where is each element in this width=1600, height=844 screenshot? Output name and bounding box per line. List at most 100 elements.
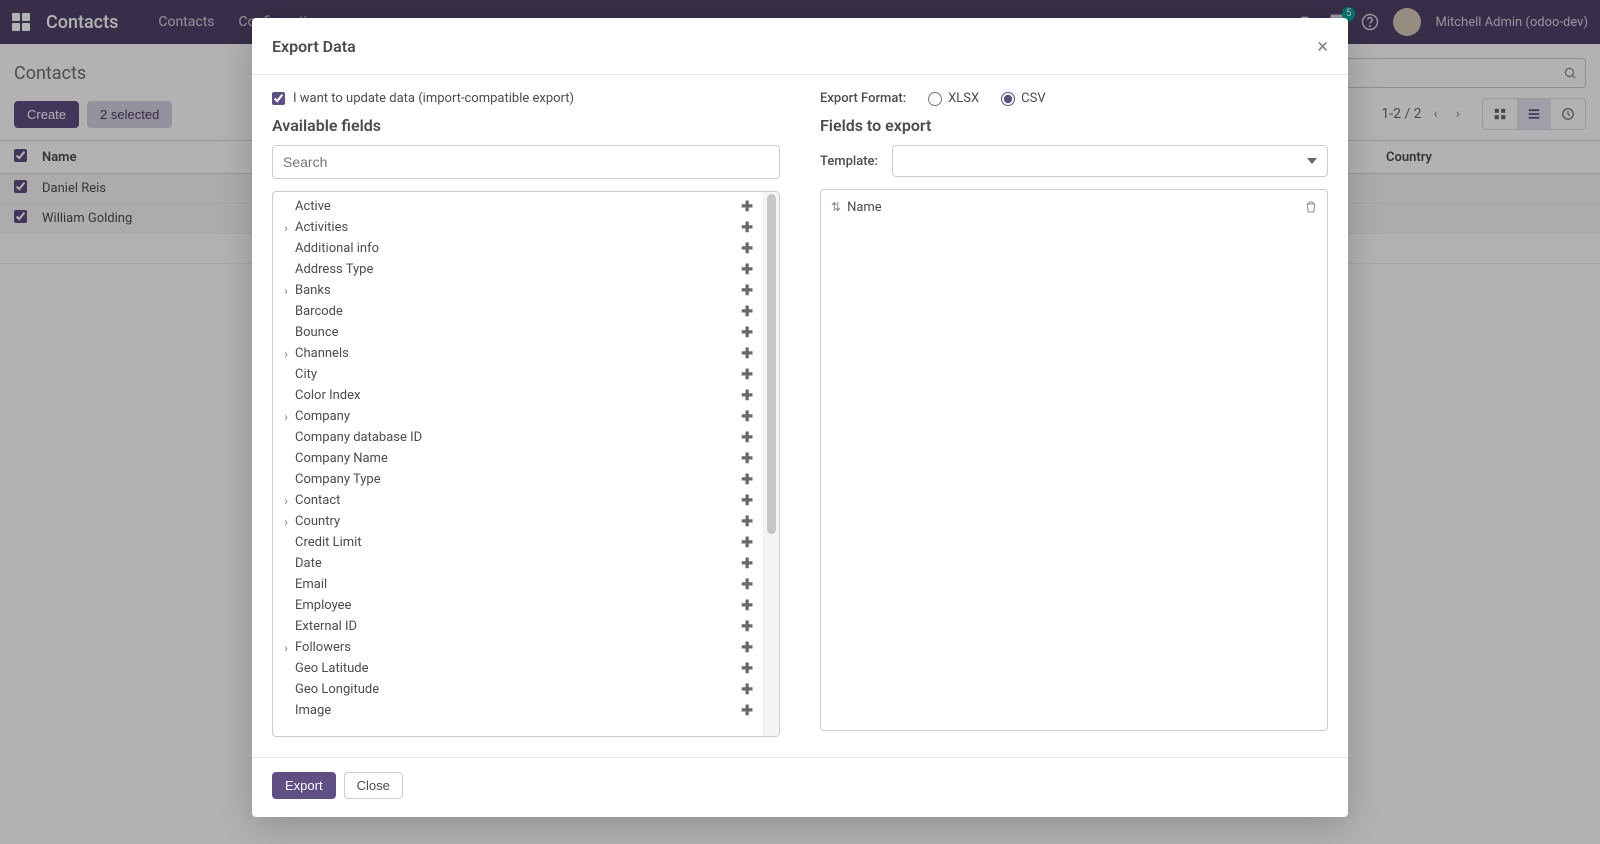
add-field-icon[interactable]: ✚ [741, 661, 753, 677]
template-label: Template: [820, 154, 878, 169]
close-icon[interactable]: × [1317, 34, 1328, 58]
add-field-icon[interactable]: ✚ [741, 346, 753, 362]
available-field-item[interactable]: Geo Longitude✚ [273, 679, 763, 700]
available-field-item[interactable]: ›Company✚ [273, 406, 763, 427]
available-field-item[interactable]: External ID✚ [273, 616, 763, 637]
field-label: Email [293, 577, 741, 592]
field-label: Image [293, 703, 741, 718]
available-field-item[interactable]: Email✚ [273, 574, 763, 595]
add-field-icon[interactable]: ✚ [741, 451, 753, 467]
export-modal: Export Data × I want to update data (imp… [252, 18, 1348, 817]
add-field-icon[interactable]: ✚ [741, 241, 753, 257]
field-label: Color Index [293, 388, 741, 403]
add-field-icon[interactable]: ✚ [741, 220, 753, 236]
available-field-item[interactable]: Image✚ [273, 700, 763, 721]
drag-handle-icon[interactable]: ⇅ [831, 200, 841, 214]
available-field-item[interactable]: Company database ID✚ [273, 427, 763, 448]
scrollbar-thumb[interactable] [767, 194, 776, 534]
add-field-icon[interactable]: ✚ [741, 703, 753, 719]
add-field-icon[interactable]: ✚ [741, 598, 753, 614]
template-select[interactable] [892, 145, 1328, 177]
available-field-item[interactable]: Additional info✚ [273, 238, 763, 259]
add-field-icon[interactable]: ✚ [741, 325, 753, 341]
export-button[interactable]: Export [272, 772, 336, 799]
add-field-icon[interactable]: ✚ [741, 388, 753, 404]
field-label: Followers [293, 640, 741, 655]
format-xlsx-option[interactable]: XLSX [928, 91, 979, 106]
field-label: Active [293, 199, 741, 214]
add-field-icon[interactable]: ✚ [741, 367, 753, 383]
export-fields-list: ⇅ Name [820, 189, 1328, 731]
available-fields-list: Active✚›Activities✚Additional info✚Addre… [273, 192, 763, 736]
add-field-icon[interactable]: ✚ [741, 262, 753, 278]
add-field-icon[interactable]: ✚ [741, 577, 753, 593]
expand-icon[interactable]: › [279, 494, 293, 508]
scrollbar[interactable] [763, 192, 779, 736]
available-field-item[interactable]: Employee✚ [273, 595, 763, 616]
format-xlsx-radio[interactable] [928, 92, 942, 106]
export-field-item[interactable]: ⇅ Name [831, 196, 1317, 218]
available-field-item[interactable]: City✚ [273, 364, 763, 385]
field-label: Company [293, 409, 741, 424]
add-field-icon[interactable]: ✚ [741, 283, 753, 299]
field-label: Country [293, 514, 741, 529]
expand-icon[interactable]: › [279, 515, 293, 529]
add-field-icon[interactable]: ✚ [741, 304, 753, 320]
available-field-item[interactable]: Company Type✚ [273, 469, 763, 490]
available-field-item[interactable]: Color Index✚ [273, 385, 763, 406]
add-field-icon[interactable]: ✚ [741, 199, 753, 215]
field-label: Additional info [293, 241, 741, 256]
field-label: Date [293, 556, 741, 571]
available-field-item[interactable]: ›Followers✚ [273, 637, 763, 658]
add-field-icon[interactable]: ✚ [741, 514, 753, 530]
field-label: City [293, 367, 741, 382]
fields-to-export-title: Fields to export [820, 116, 1328, 135]
expand-icon[interactable]: › [279, 284, 293, 298]
field-search-input[interactable] [272, 145, 780, 179]
field-label: Address Type [293, 262, 741, 277]
close-button[interactable]: Close [344, 772, 403, 799]
available-field-item[interactable]: Credit Limit✚ [273, 532, 763, 553]
add-field-icon[interactable]: ✚ [741, 535, 753, 551]
add-field-icon[interactable]: ✚ [741, 619, 753, 635]
field-label: Activities [293, 220, 741, 235]
available-field-item[interactable]: Bounce✚ [273, 322, 763, 343]
available-field-item[interactable]: ›Activities✚ [273, 217, 763, 238]
add-field-icon[interactable]: ✚ [741, 682, 753, 698]
expand-icon[interactable]: › [279, 347, 293, 361]
add-field-icon[interactable]: ✚ [741, 472, 753, 488]
modal-overlay: Export Data × I want to update data (imp… [0, 0, 1600, 844]
available-field-item[interactable]: Active✚ [273, 196, 763, 217]
field-label: Bounce [293, 325, 741, 340]
field-label: Geo Longitude [293, 682, 741, 697]
field-label: Credit Limit [293, 535, 741, 550]
available-field-item[interactable]: ›Banks✚ [273, 280, 763, 301]
export-field-label: Name [847, 200, 882, 215]
available-field-item[interactable]: Company Name✚ [273, 448, 763, 469]
add-field-icon[interactable]: ✚ [741, 640, 753, 656]
import-compatible-checkbox[interactable] [272, 92, 285, 105]
field-label: Company Name [293, 451, 741, 466]
available-field-item[interactable]: Geo Latitude✚ [273, 658, 763, 679]
import-compatible-label: I want to update data (import-compatible… [293, 91, 574, 106]
add-field-icon[interactable]: ✚ [741, 493, 753, 509]
available-field-item[interactable]: ›Country✚ [273, 511, 763, 532]
available-field-item[interactable]: Address Type✚ [273, 259, 763, 280]
available-field-item[interactable]: ›Channels✚ [273, 343, 763, 364]
format-csv-radio[interactable] [1001, 92, 1015, 106]
field-label: Banks [293, 283, 741, 298]
export-format-label: Export Format: [820, 91, 906, 106]
available-field-item[interactable]: Date✚ [273, 553, 763, 574]
field-label: External ID [293, 619, 741, 634]
available-field-item[interactable]: ›Contact✚ [273, 490, 763, 511]
add-field-icon[interactable]: ✚ [741, 430, 753, 446]
add-field-icon[interactable]: ✚ [741, 556, 753, 572]
available-field-item[interactable]: Barcode✚ [273, 301, 763, 322]
available-fields-title: Available fields [272, 116, 780, 135]
format-csv-option[interactable]: CSV [1001, 91, 1045, 106]
expand-icon[interactable]: › [279, 221, 293, 235]
add-field-icon[interactable]: ✚ [741, 409, 753, 425]
expand-icon[interactable]: › [279, 641, 293, 655]
remove-field-icon[interactable] [1305, 200, 1317, 214]
expand-icon[interactable]: › [279, 410, 293, 424]
